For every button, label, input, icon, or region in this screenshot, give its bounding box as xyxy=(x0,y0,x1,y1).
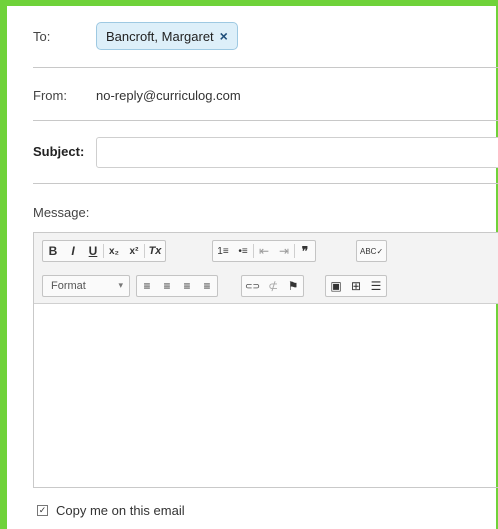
align-right-button[interactable]: ≡ xyxy=(177,276,197,296)
spellcheck-icon[interactable]: ABC✓ xyxy=(357,241,386,261)
editor-toolbar: B I U x₂ x² Tx 1≡ •≡ ⇤ ⇥ ❞ ABC✓ Format ▾… xyxy=(34,233,498,304)
recipient-chip[interactable]: Bancroft, Margaret × xyxy=(96,22,238,50)
horizontal-rule-icon[interactable]: ☰ xyxy=(366,276,386,296)
copy-me-label: Copy me on this email xyxy=(56,503,185,518)
divider xyxy=(33,120,498,121)
blockquote-button[interactable]: ❞ xyxy=(295,241,315,261)
insert-group: ▣ ⊞ ☰ xyxy=(325,275,387,297)
recipient-name: Bancroft, Margaret xyxy=(106,28,214,44)
basic-styles-group: B I U x₂ x² Tx xyxy=(42,240,166,262)
bold-button[interactable]: B xyxy=(43,241,63,261)
format-label: Format xyxy=(51,280,86,292)
link-icon[interactable]: ⊂⊃ xyxy=(242,276,263,296)
message-label: Message: xyxy=(33,205,90,220)
subject-label: Subject: xyxy=(33,144,85,159)
links-group: ⊂⊃ ⊄ ⚑ xyxy=(241,275,305,297)
image-icon[interactable]: ▣ xyxy=(326,276,346,296)
unlink-icon[interactable]: ⊄ xyxy=(263,276,283,296)
outdent-button[interactable]: ⇤ xyxy=(254,241,274,261)
justify-button[interactable]: ≡ xyxy=(197,276,217,296)
paragraph-group: 1≡ •≡ ⇤ ⇥ ❞ xyxy=(212,240,316,262)
format-dropdown[interactable]: Format ▾ xyxy=(42,275,130,297)
table-icon[interactable]: ⊞ xyxy=(346,276,366,296)
bulleted-list-button[interactable]: •≡ xyxy=(233,241,253,261)
superscript-button[interactable]: x² xyxy=(124,241,144,261)
italic-button[interactable]: I xyxy=(63,241,83,261)
anchor-icon[interactable]: ⚑ xyxy=(283,276,303,296)
remove-format-button[interactable]: Tx xyxy=(145,241,165,261)
subscript-button[interactable]: x₂ xyxy=(104,241,124,261)
divider xyxy=(33,183,498,184)
to-label: To: xyxy=(33,29,51,44)
align-left-button[interactable]: ≡ xyxy=(137,276,157,296)
copy-me-row[interactable]: ✓ Copy me on this email xyxy=(37,503,185,518)
divider xyxy=(33,67,498,68)
chevron-down-icon: ▾ xyxy=(118,280,123,290)
remove-recipient-icon[interactable]: × xyxy=(220,28,228,44)
alignment-group: ≡ ≡ ≡ ≡ xyxy=(136,275,218,297)
numbered-list-button[interactable]: 1≡ xyxy=(213,241,233,261)
indent-button[interactable]: ⇥ xyxy=(274,241,294,261)
subject-input[interactable] xyxy=(96,137,498,168)
from-value: no-reply@curriculog.com xyxy=(96,88,241,103)
from-label: From: xyxy=(33,88,67,103)
copy-me-checkbox[interactable]: ✓ xyxy=(37,505,48,516)
align-center-button[interactable]: ≡ xyxy=(157,276,177,296)
spellcheck-group: ABC✓ xyxy=(356,240,388,262)
message-editor[interactable]: B I U x₂ x² Tx 1≡ •≡ ⇤ ⇥ ❞ ABC✓ Format ▾… xyxy=(33,232,498,488)
underline-button[interactable]: U xyxy=(83,241,103,261)
